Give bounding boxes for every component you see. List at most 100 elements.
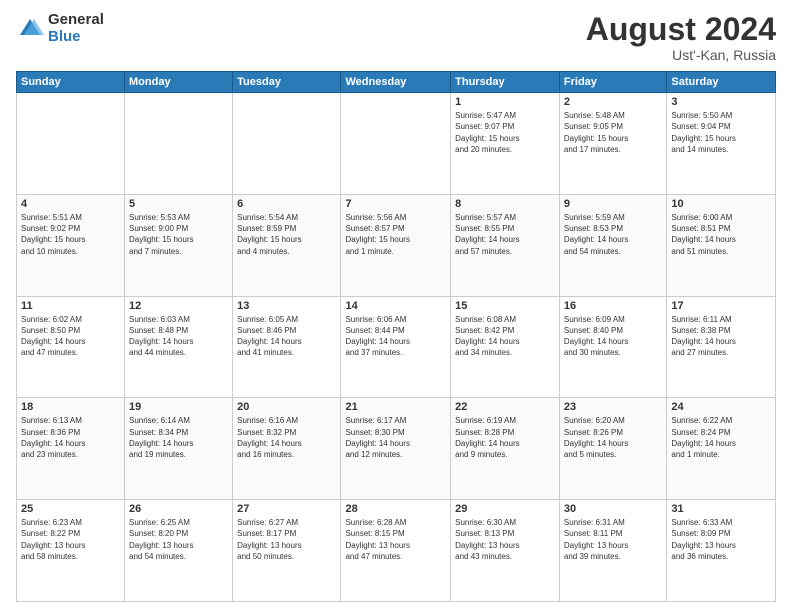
col-tuesday: Tuesday xyxy=(233,72,341,93)
header: General Blue August 2024 Ust'-Kan, Russi… xyxy=(16,12,776,63)
calendar-cell: 3 Sunrise: 5:50 AMSunset: 9:04 PMDaylight… xyxy=(667,93,776,195)
day-number: 27 xyxy=(237,503,336,515)
day-info: Sunrise: 6:17 AMSunset: 8:30 PMDaylight:… xyxy=(345,415,446,460)
calendar-cell: 23 Sunrise: 6:20 AMSunset: 8:26 PMDayligh… xyxy=(559,398,666,500)
calendar-cell: 29 Sunrise: 6:30 AMSunset: 8:13 PMDayligh… xyxy=(451,500,560,602)
day-number: 17 xyxy=(671,300,771,312)
day-info: Sunrise: 5:59 AMSunset: 8:53 PMDaylight:… xyxy=(564,212,662,257)
day-number: 6 xyxy=(237,198,336,210)
calendar-cell xyxy=(125,93,233,195)
day-info: Sunrise: 5:54 AMSunset: 8:59 PMDaylight:… xyxy=(237,212,336,257)
calendar-header-row: Sunday Monday Tuesday Wednesday Thursday… xyxy=(17,72,776,93)
day-number: 31 xyxy=(671,503,771,515)
day-number: 1 xyxy=(455,96,555,108)
day-info: Sunrise: 6:13 AMSunset: 8:36 PMDaylight:… xyxy=(21,415,120,460)
location-subtitle: Ust'-Kan, Russia xyxy=(586,47,776,63)
calendar-cell: 30 Sunrise: 6:31 AMSunset: 8:11 PMDayligh… xyxy=(559,500,666,602)
day-number: 4 xyxy=(21,198,120,210)
day-number: 7 xyxy=(345,198,446,210)
day-info: Sunrise: 6:14 AMSunset: 8:34 PMDaylight:… xyxy=(129,415,228,460)
calendar-week-4: 18 Sunrise: 6:13 AMSunset: 8:36 PMDayligh… xyxy=(17,398,776,500)
day-info: Sunrise: 6:20 AMSunset: 8:26 PMDaylight:… xyxy=(564,415,662,460)
month-year-title: August 2024 xyxy=(586,12,776,47)
calendar-cell: 2 Sunrise: 5:48 AMSunset: 9:05 PMDaylight… xyxy=(559,93,666,195)
calendar-cell: 21 Sunrise: 6:17 AMSunset: 8:30 PMDayligh… xyxy=(341,398,451,500)
day-number: 26 xyxy=(129,503,228,515)
calendar-cell: 5 Sunrise: 5:53 AMSunset: 9:00 PMDaylight… xyxy=(125,194,233,296)
calendar-week-2: 4Sunrise: 5:51 AMSunset: 9:02 PMDaylight… xyxy=(17,194,776,296)
day-info: Sunrise: 6:27 AMSunset: 8:17 PMDaylight:… xyxy=(237,517,336,562)
calendar-cell: 16 Sunrise: 6:09 AMSunset: 8:40 PMDayligh… xyxy=(559,296,666,398)
calendar-cell: 26 Sunrise: 6:25 AMSunset: 8:20 PMDayligh… xyxy=(125,500,233,602)
calendar-table: Sunday Monday Tuesday Wednesday Thursday… xyxy=(16,71,776,602)
day-number: 18 xyxy=(21,401,120,413)
calendar-cell: 13Sunrise: 6:05 AMSunset: 8:46 PMDayligh… xyxy=(233,296,341,398)
day-info: Sunrise: 6:16 AMSunset: 8:32 PMDaylight:… xyxy=(237,415,336,460)
col-saturday: Saturday xyxy=(667,72,776,93)
calendar-week-3: 11 Sunrise: 6:02 AMSunset: 8:50 PMDayligh… xyxy=(17,296,776,398)
day-info: Sunrise: 5:50 AMSunset: 9:04 PMDaylight:… xyxy=(671,110,771,155)
day-number: 19 xyxy=(129,401,228,413)
calendar-week-5: 25Sunrise: 6:23 AMSunset: 8:22 PMDayligh… xyxy=(17,500,776,602)
calendar-cell: 27 Sunrise: 6:27 AMSunset: 8:17 PMDayligh… xyxy=(233,500,341,602)
day-number: 16 xyxy=(564,300,662,312)
calendar-cell: 1 Sunrise: 5:47 AMSunset: 9:07 PMDaylight… xyxy=(451,93,560,195)
day-info: Sunrise: 5:47 AMSunset: 9:07 PMDaylight:… xyxy=(455,110,555,155)
day-number: 3 xyxy=(671,96,771,108)
calendar-cell: 7 Sunrise: 5:56 AMSunset: 8:57 PMDaylight… xyxy=(341,194,451,296)
day-number: 14 xyxy=(345,300,446,312)
col-friday: Friday xyxy=(559,72,666,93)
calendar-cell: 15 Sunrise: 6:08 AMSunset: 8:42 PMDayligh… xyxy=(451,296,560,398)
calendar-cell xyxy=(341,93,451,195)
day-number: 15 xyxy=(455,300,555,312)
col-sunday: Sunday xyxy=(17,72,125,93)
day-number: 11 xyxy=(21,300,120,312)
calendar-cell: 25Sunrise: 6:23 AMSunset: 8:22 PMDayligh… xyxy=(17,500,125,602)
day-number: 24 xyxy=(671,401,771,413)
logo-blue-text: Blue xyxy=(48,29,104,46)
calendar-cell: 12 Sunrise: 6:03 AMSunset: 8:48 PMDayligh… xyxy=(125,296,233,398)
day-info: Sunrise: 6:30 AMSunset: 8:13 PMDaylight:… xyxy=(455,517,555,562)
logo-icon xyxy=(16,15,44,43)
day-info: Sunrise: 6:22 AMSunset: 8:24 PMDaylight:… xyxy=(671,415,771,460)
day-number: 8 xyxy=(455,198,555,210)
day-info: Sunrise: 6:02 AMSunset: 8:50 PMDaylight:… xyxy=(21,314,120,359)
day-number: 29 xyxy=(455,503,555,515)
day-info: Sunrise: 6:25 AMSunset: 8:20 PMDaylight:… xyxy=(129,517,228,562)
day-info: Sunrise: 5:53 AMSunset: 9:00 PMDaylight:… xyxy=(129,212,228,257)
day-number: 12 xyxy=(129,300,228,312)
calendar-cell: 4Sunrise: 5:51 AMSunset: 9:02 PMDaylight… xyxy=(17,194,125,296)
day-number: 5 xyxy=(129,198,228,210)
day-number: 22 xyxy=(455,401,555,413)
day-info: Sunrise: 6:19 AMSunset: 8:28 PMDaylight:… xyxy=(455,415,555,460)
day-info: Sunrise: 5:48 AMSunset: 9:05 PMDaylight:… xyxy=(564,110,662,155)
day-info: Sunrise: 6:08 AMSunset: 8:42 PMDaylight:… xyxy=(455,314,555,359)
col-monday: Monday xyxy=(125,72,233,93)
day-info: Sunrise: 6:00 AMSunset: 8:51 PMDaylight:… xyxy=(671,212,771,257)
calendar-cell xyxy=(233,93,341,195)
calendar-cell: 18 Sunrise: 6:13 AMSunset: 8:36 PMDayligh… xyxy=(17,398,125,500)
day-info: Sunrise: 6:03 AMSunset: 8:48 PMDaylight:… xyxy=(129,314,228,359)
day-number: 13 xyxy=(237,300,336,312)
day-info: Sunrise: 6:09 AMSunset: 8:40 PMDaylight:… xyxy=(564,314,662,359)
day-info: Sunrise: 6:28 AMSunset: 8:15 PMDaylight:… xyxy=(345,517,446,562)
calendar-cell: 22 Sunrise: 6:19 AMSunset: 8:28 PMDayligh… xyxy=(451,398,560,500)
day-info: Sunrise: 5:57 AMSunset: 8:55 PMDaylight:… xyxy=(455,212,555,257)
page: General Blue August 2024 Ust'-Kan, Russi… xyxy=(0,0,792,612)
col-thursday: Thursday xyxy=(451,72,560,93)
calendar-cell: 10Sunrise: 6:00 AMSunset: 8:51 PMDayligh… xyxy=(667,194,776,296)
day-info: Sunrise: 6:33 AMSunset: 8:09 PMDaylight:… xyxy=(671,517,771,562)
day-number: 2 xyxy=(564,96,662,108)
day-number: 20 xyxy=(237,401,336,413)
day-info: Sunrise: 6:31 AMSunset: 8:11 PMDaylight:… xyxy=(564,517,662,562)
day-number: 28 xyxy=(345,503,446,515)
col-wednesday: Wednesday xyxy=(341,72,451,93)
calendar-cell: 28 Sunrise: 6:28 AMSunset: 8:15 PMDayligh… xyxy=(341,500,451,602)
day-number: 23 xyxy=(564,401,662,413)
logo-general-text: General xyxy=(48,12,104,29)
day-number: 21 xyxy=(345,401,446,413)
calendar-cell: 6 Sunrise: 5:54 AMSunset: 8:59 PMDaylight… xyxy=(233,194,341,296)
day-info: Sunrise: 5:56 AMSunset: 8:57 PMDaylight:… xyxy=(345,212,446,257)
day-number: 25 xyxy=(21,503,120,515)
day-number: 30 xyxy=(564,503,662,515)
